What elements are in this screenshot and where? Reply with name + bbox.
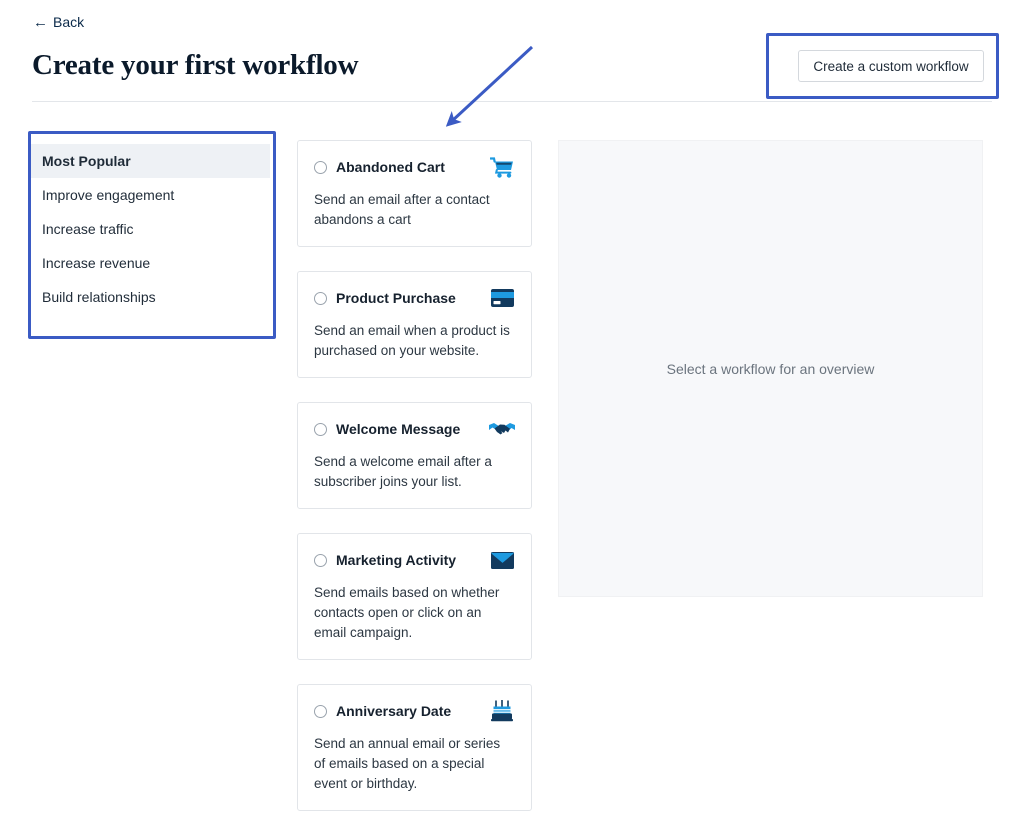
create-custom-workflow-button[interactable]: Create a custom workflow <box>798 50 984 82</box>
card-header: Anniversary Date <box>314 699 515 723</box>
credit-card-icon <box>489 286 515 310</box>
radio-welcome-message[interactable] <box>314 422 327 436</box>
sidebar-item-build-relationships[interactable]: Build relationships <box>31 280 270 314</box>
arrow-left-icon: ← <box>33 13 48 31</box>
card-description: Send a welcome email after a subscriber … <box>314 454 492 489</box>
envelope-icon <box>489 548 515 572</box>
sidebar-item-label: Improve engagement <box>42 187 175 203</box>
card-title: Abandoned Cart <box>336 159 445 175</box>
workflow-card-welcome-message[interactable]: Welcome Message Send a welcome email aft… <box>297 402 532 509</box>
card-description: Send emails based on whether contacts op… <box>314 585 500 640</box>
workflow-card-anniversary-date[interactable]: Anniversary Date Send an annual email or… <box>297 684 532 811</box>
workflow-card-list: Abandoned Cart Send an email after a con… <box>297 140 532 835</box>
workflow-card-marketing-activity[interactable]: Marketing Activity Send emails based on … <box>297 533 532 660</box>
sidebar-item-most-popular[interactable]: Most Popular <box>31 144 270 178</box>
back-link[interactable]: ← Back <box>33 13 84 31</box>
workflow-category-list: Most Popular Improve engagement Increase… <box>31 134 270 314</box>
workflow-card-abandoned-cart[interactable]: Abandoned Cart Send an email after a con… <box>297 140 532 247</box>
card-title: Product Purchase <box>336 290 456 306</box>
card-title: Welcome Message <box>336 421 461 437</box>
card-header: Marketing Activity <box>314 548 515 572</box>
card-header: Product Purchase <box>314 286 515 310</box>
card-description: Send an email after a contact abandons a… <box>314 192 490 227</box>
handshake-icon <box>489 417 515 441</box>
workflow-overview-panel: Select a workflow for an overview <box>558 140 983 597</box>
sidebar-item-label: Increase revenue <box>42 255 151 271</box>
card-description: Send an annual email or series of emails… <box>314 736 501 791</box>
card-description: Send an email when a product is purchase… <box>314 323 510 358</box>
birthday-cake-icon <box>489 699 515 723</box>
radio-abandoned-cart[interactable] <box>314 160 327 174</box>
workflow-card-product-purchase[interactable]: Product Purchase Send an email when a pr… <box>297 271 532 378</box>
sidebar-item-label: Increase traffic <box>42 221 134 237</box>
card-title: Marketing Activity <box>336 552 457 568</box>
sidebar-item-increase-revenue[interactable]: Increase revenue <box>31 246 270 280</box>
card-header: Abandoned Cart <box>314 155 515 179</box>
radio-marketing-activity[interactable] <box>314 553 327 567</box>
card-title: Anniversary Date <box>336 703 452 719</box>
radio-product-purchase[interactable] <box>314 291 327 305</box>
sidebar-item-improve-engagement[interactable]: Improve engagement <box>31 178 270 212</box>
radio-anniversary-date[interactable] <box>314 704 327 718</box>
card-header: Welcome Message <box>314 417 515 441</box>
back-label: Back <box>53 14 85 30</box>
sidebar-item-label: Most Popular <box>42 153 131 169</box>
header-divider <box>32 101 992 102</box>
page-title: Create your first workflow <box>32 49 359 81</box>
overview-placeholder-text: Select a workflow for an overview <box>666 360 875 377</box>
sidebar-item-increase-traffic[interactable]: Increase traffic <box>31 212 270 246</box>
annotation-arrow-icon <box>445 45 534 127</box>
sidebar-item-label: Build relationships <box>42 289 156 305</box>
shopping-cart-icon <box>489 155 515 179</box>
